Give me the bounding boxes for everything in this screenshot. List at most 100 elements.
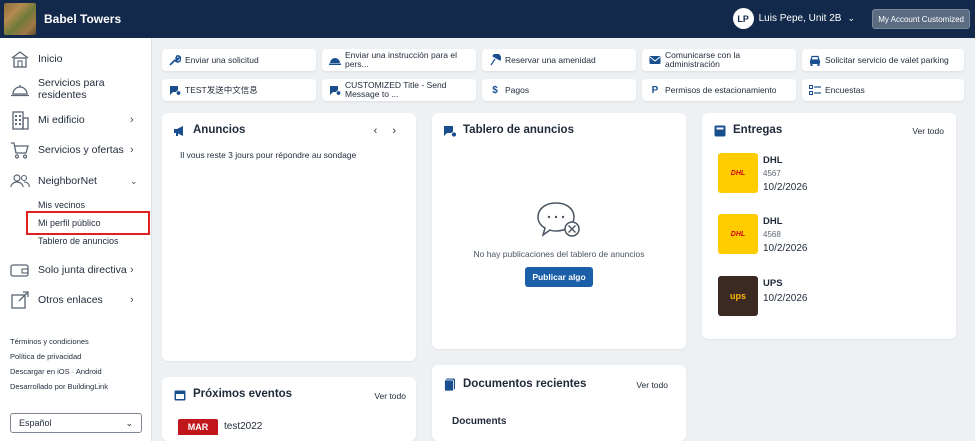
chat-add-icon: [169, 84, 181, 96]
post-something-button[interactable]: Publicar algo: [525, 267, 593, 287]
amenity-icon: [489, 54, 501, 66]
ups-logo: ups: [718, 276, 758, 316]
sidebar-item-otros-enlaces[interactable]: Otros enlaces ›: [0, 287, 152, 313]
delivery-carrier: DHL: [763, 155, 783, 166]
chevron-right-icon: ›: [130, 294, 134, 306]
bulletin-card: Tablero de anuncios No hay publicaciones…: [432, 113, 686, 349]
quick-action-encuestas[interactable]: Encuestas: [802, 79, 964, 101]
quick-action-label: CUSTOMIZED Title - Send Message to ...: [345, 81, 447, 99]
building-name: Babel Towers: [44, 12, 122, 26]
building-logo: [4, 3, 36, 35]
package-icon: [713, 124, 727, 138]
dollar-icon: $: [492, 84, 498, 96]
delivery-date: 10/2/2026: [763, 182, 808, 193]
document-icon: [443, 377, 457, 391]
document-folder[interactable]: Documents: [452, 416, 506, 427]
delivery-item[interactable]: DHL DHL 4568 10/2/2026: [718, 214, 948, 256]
avatar: LP: [732, 8, 754, 29]
sidebar-item-label: Servicios y ofertas: [38, 144, 124, 156]
quick-action-label: Pagos: [505, 85, 530, 95]
sidebar-item-junta-directiva[interactable]: Solo junta directiva ›: [0, 257, 152, 283]
sidebar-item-servicios-ofertas[interactable]: Servicios y ofertas ›: [0, 137, 152, 163]
download-link[interactable]: Descargar en iOS · Android: [10, 367, 102, 376]
event-month-badge: MAR: [178, 419, 218, 435]
quick-action-valet[interactable]: Solicitar servicio de valet parking: [802, 49, 964, 71]
top-bar: Babel Towers LP Luis Pepe, Unit 2B ⌄ My …: [0, 0, 975, 38]
shopping-cart-icon: [10, 140, 30, 160]
quick-action-label: Permisos de estacionamiento: [665, 85, 777, 95]
sidebar-item-label: Mi edificio: [38, 114, 85, 126]
dhl-logo: DHL: [718, 214, 758, 254]
event-name[interactable]: test2022: [224, 421, 262, 432]
user-menu[interactable]: LP Luis Pepe, Unit 2B ⌄: [732, 8, 855, 29]
quick-action-pagos[interactable]: $ Pagos: [482, 79, 636, 101]
quick-action-permisos-estacionamiento[interactable]: P Permisos de estacionamiento: [642, 79, 796, 101]
sidebar-item-label: Otros enlaces: [38, 294, 103, 306]
deliveries-card: Entregas Ver todo DHL DHL 4567 10/2/2026…: [702, 113, 956, 339]
sidebar-item-neighbornet[interactable]: NeighborNet ⌄: [0, 168, 152, 194]
parking-icon: P: [651, 84, 659, 96]
brand[interactable]: Babel Towers: [0, 0, 121, 38]
card-title: Entregas: [733, 124, 783, 136]
powered-by-link[interactable]: Desarrollado por BuildingLink: [10, 382, 108, 391]
wallet-icon: [10, 260, 30, 280]
quick-action-reservar-amenidad[interactable]: Reservar una amenidad: [482, 49, 636, 71]
external-link-icon: [10, 290, 30, 310]
quick-action-customized-title[interactable]: CUSTOMIZED Title - Send Message to ...: [322, 79, 476, 101]
sidebar-item-inicio[interactable]: Inicio: [0, 46, 152, 72]
see-all-link[interactable]: Ver todo: [636, 380, 668, 390]
highlight-box: [26, 211, 150, 235]
chevron-down-icon: ⌄: [125, 417, 133, 428]
language-select[interactable]: Español ⌄: [10, 413, 142, 433]
chat-add-icon: [443, 124, 457, 138]
my-account-button[interactable]: My Account Customized: [872, 9, 970, 29]
quick-action-label: Solicitar servicio de valet parking: [825, 55, 949, 65]
chevron-right-icon: ›: [130, 264, 134, 276]
dhl-logo: DHL: [718, 153, 758, 193]
delivery-item[interactable]: ups UPS 10/2/2026: [718, 276, 948, 318]
delivery-item[interactable]: DHL DHL 4567 10/2/2026: [718, 153, 948, 195]
language-value: Español: [19, 418, 52, 428]
sidebar-item-label: Solo junta directiva: [38, 264, 127, 276]
chevron-down-icon: ⌄: [130, 175, 138, 186]
calendar-icon: [173, 388, 187, 402]
quick-action-instruccion[interactable]: Enviar una instrucción para el pers...: [322, 49, 476, 71]
sidebar: Inicio Servicios para residentes Mi edif…: [0, 38, 152, 441]
pager-arrows[interactable]: ‹ ›: [374, 125, 402, 137]
see-all-link[interactable]: Ver todo: [374, 391, 406, 401]
sub-item-mis-vecinos[interactable]: Mis vecinos: [38, 200, 85, 210]
concierge-bell-icon: [10, 79, 30, 99]
privacy-link[interactable]: Política de privacidad: [10, 352, 81, 361]
user-name: Luis Pepe, Unit 2B: [758, 13, 842, 24]
home-icon: [10, 49, 30, 69]
delivery-date: 10/2/2026: [763, 293, 808, 304]
delivery-carrier: UPS: [763, 278, 783, 289]
quick-action-enviar-solicitud[interactable]: Enviar una solicitud: [162, 49, 316, 71]
documents-card: Documentos recientes Ver todo Documents: [432, 365, 686, 441]
sidebar-item-mi-edificio[interactable]: Mi edificio ›: [0, 107, 152, 133]
sidebar-item-label: Inicio: [38, 53, 63, 65]
concierge-bell-icon: [329, 54, 341, 66]
see-all-link[interactable]: Ver todo: [912, 126, 944, 136]
wrench-icon: [169, 54, 181, 66]
delivery-number: 4568: [763, 230, 781, 239]
sidebar-item-servicios-residentes[interactable]: Servicios para residentes: [0, 76, 152, 102]
quick-action-label: Enviar una solicitud: [185, 55, 259, 65]
chevron-down-icon: ⌄: [847, 13, 855, 23]
announcements-card: Anuncios ‹ › Il vous reste 3 jours pour …: [162, 113, 416, 361]
chevron-right-icon: ›: [130, 114, 134, 126]
terms-link[interactable]: Términos y condiciones: [10, 337, 89, 346]
chevron-right-icon: ›: [130, 144, 134, 156]
card-title: Tablero de anuncios: [463, 124, 574, 136]
sidebar-item-label: NeighborNet: [38, 175, 97, 187]
quick-action-label: Enviar una instrucción para el pers...: [345, 51, 457, 69]
list-icon: [809, 84, 821, 96]
card-title: Anuncios: [193, 124, 246, 136]
card-title: Próximos eventos: [193, 388, 293, 400]
quick-action-comunicarse[interactable]: Comunicarse con la administración: [642, 49, 796, 71]
megaphone-icon: [173, 124, 187, 138]
announcement-text[interactable]: Il vous reste 3 jours pour répondre au s…: [180, 150, 356, 160]
empty-chat-icon: [536, 201, 582, 246]
quick-action-test-chinese[interactable]: TEST发送中文信息: [162, 79, 316, 101]
sub-item-tablero-anuncios[interactable]: Tablero de anuncios: [38, 236, 119, 246]
